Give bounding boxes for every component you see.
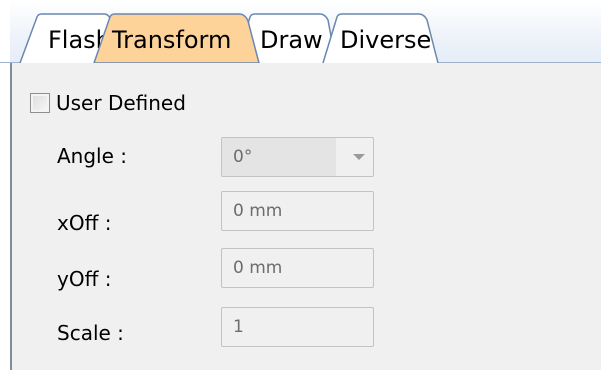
xoff-input[interactable]: 0 mm — [221, 191, 374, 231]
scale-input[interactable]: 1 — [221, 307, 374, 347]
chevron-down-icon[interactable] — [353, 154, 365, 160]
scale-label: Scale : — [57, 321, 124, 345]
angle-value: 0° — [233, 147, 253, 167]
user-defined-label: User Defined — [56, 91, 186, 115]
yoff-label: yOff : — [57, 267, 112, 291]
yoff-input[interactable]: 0 mm — [221, 248, 374, 288]
tab-diverse[interactable]: Diverse — [322, 13, 439, 64]
angle-label: Angle : — [57, 144, 128, 168]
tab-diverse-label: Diverse — [340, 26, 432, 54]
transform-dialog: Flash Draw Diverse Transform User Define… — [0, 0, 601, 370]
tab-transform-label: Transform — [112, 26, 232, 54]
user-defined-option[interactable]: User Defined — [30, 90, 186, 116]
angle-combobox[interactable]: 0° — [221, 137, 374, 177]
tab-strip: Flash Draw Diverse Transform — [0, 0, 601, 64]
xoff-label: xOff : — [57, 211, 112, 235]
tab-transform[interactable]: Transform — [92, 13, 260, 64]
user-defined-checkbox[interactable] — [30, 93, 50, 113]
tab-draw-label: Draw — [260, 26, 323, 54]
